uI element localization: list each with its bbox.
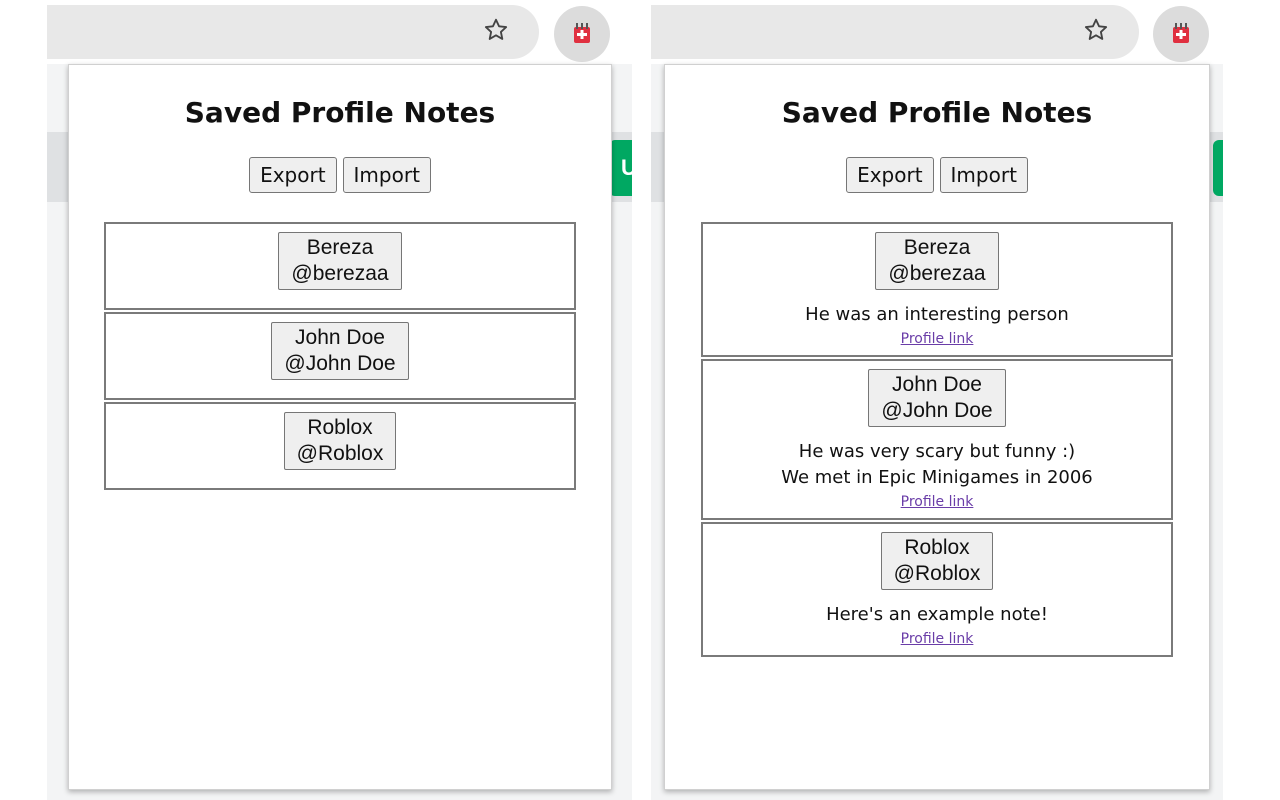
profile-entry: John Doe @John Doe (104, 312, 576, 400)
action-bar: Export Import (69, 157, 611, 193)
popup-title: Saved Profile Notes (781, 96, 1093, 129)
note-line: He was an interesting person (805, 304, 1069, 325)
profile-note: Here's an example note! (713, 602, 1161, 628)
profile-button[interactable]: Roblox @Roblox (283, 412, 397, 470)
profile-button[interactable]: Bereza @berezaa (875, 232, 999, 290)
profile-name: Bereza (306, 236, 374, 259)
extension-button[interactable] (554, 6, 610, 62)
notepad-icon (1173, 23, 1189, 43)
popup-title: Saved Profile Notes (184, 96, 496, 129)
profile-link[interactable]: Profile link (901, 631, 974, 647)
profile-name: Bereza (903, 236, 971, 259)
profile-handle: @berezaa (888, 262, 986, 285)
profile-note: He was an interesting person (713, 302, 1161, 328)
star-outline-icon[interactable] (1082, 16, 1110, 44)
profile-entry: Roblox @Roblox Here's an example note! P… (701, 522, 1173, 657)
profile-entry: Bereza @berezaa (104, 222, 576, 310)
notepad-icon (574, 23, 590, 43)
profile-list: Bereza @berezaa He was an interesting pe… (701, 222, 1173, 657)
import-button[interactable]: Import (939, 157, 1028, 193)
export-button[interactable]: Export (846, 157, 934, 193)
profile-handle: @berezaa (291, 262, 389, 285)
profile-button[interactable]: John Doe @John Doe (271, 322, 409, 380)
profile-link[interactable]: Profile link (901, 494, 974, 510)
note-line: He was very scary but funny :) (798, 441, 1076, 462)
screenshot-left: U Saved Profile Notes Export Import Bere… (47, 0, 632, 800)
extension-button[interactable] (1153, 6, 1209, 62)
star-outline-icon[interactable] (482, 16, 510, 44)
profile-handle: @John Doe (881, 399, 993, 422)
page-badge: U (609, 140, 632, 196)
profile-entry: Roblox @Roblox (104, 402, 576, 490)
screenshot-right: U Saved Profile Notes Export Import Bere… (651, 0, 1223, 800)
profile-handle: @Roblox (893, 562, 981, 585)
profile-entry: John Doe @John Doe He was very scary but… (701, 359, 1173, 520)
profile-handle: @John Doe (284, 352, 396, 375)
address-bar[interactable] (47, 5, 539, 59)
profile-entry: Bereza @berezaa He was an interesting pe… (701, 222, 1173, 357)
profile-button[interactable]: Bereza @berezaa (278, 232, 402, 290)
profile-link[interactable]: Profile link (901, 331, 974, 347)
profile-name: Roblox (904, 536, 970, 559)
profile-name: Roblox (307, 416, 373, 439)
note-line: We met in Epic Minigames in 2006 (781, 467, 1093, 488)
profile-name: John Doe (295, 326, 385, 349)
export-button[interactable]: Export (249, 157, 337, 193)
profile-note: He was very scary but funny :) We met in… (713, 439, 1161, 491)
extension-popup: Saved Profile Notes Export Import Bereza… (68, 64, 612, 790)
note-line: Here's an example note! (826, 604, 1048, 625)
profile-button[interactable]: Roblox @Roblox (880, 532, 994, 590)
page-badge: U (1213, 140, 1223, 196)
profile-button[interactable]: John Doe @John Doe (868, 369, 1006, 427)
import-button[interactable]: Import (342, 157, 431, 193)
profile-list: Bereza @berezaa John Doe @John Doe Roblo… (104, 222, 576, 490)
profile-handle: @Roblox (296, 442, 384, 465)
extension-popup: Saved Profile Notes Export Import Bereza… (664, 64, 1210, 790)
action-bar: Export Import (665, 157, 1209, 193)
profile-name: John Doe (892, 373, 982, 396)
address-bar[interactable] (651, 5, 1139, 59)
